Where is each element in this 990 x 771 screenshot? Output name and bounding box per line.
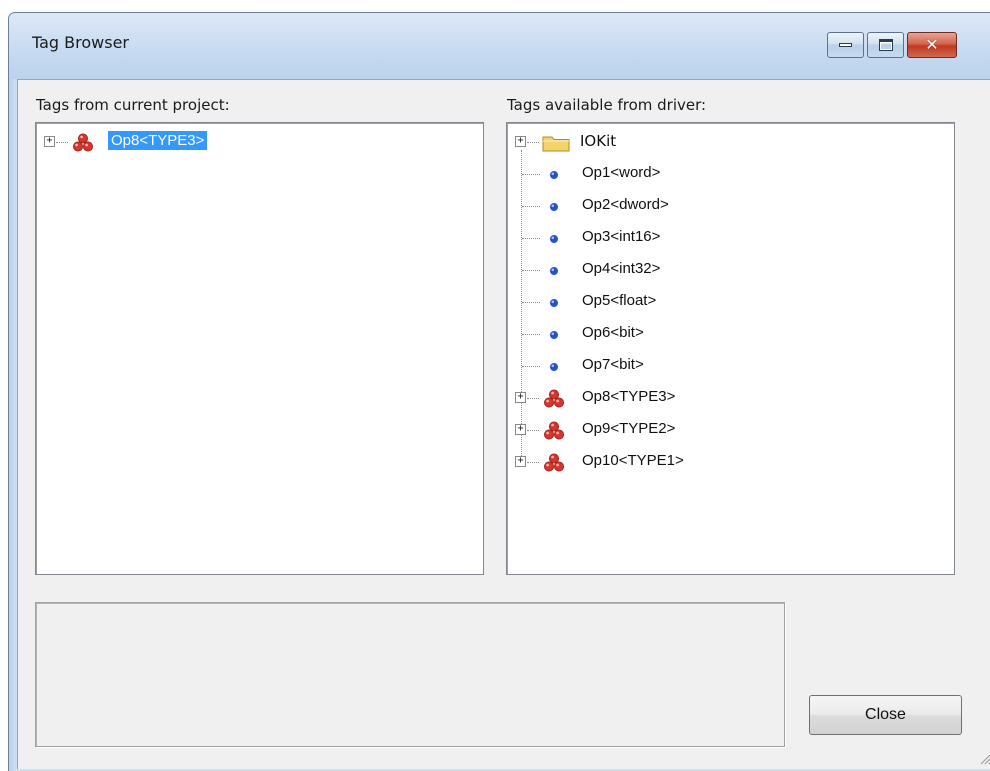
tree-branch-line [522,270,540,271]
tree-item-label: Op8<TYPE3> [582,388,676,405]
close-window-button[interactable]: ✕ [907,32,957,58]
struct-icon [543,452,565,474]
resize-grip-icon[interactable] [977,749,990,765]
dialog-client-area: Tags from current project: Tags availabl… [17,79,990,769]
current-project-label: Tags from current project: [36,96,230,114]
window-frame-left [9,79,17,771]
title-bar[interactable]: Tag Browser ✕ [9,13,990,79]
current-project-tree[interactable]: + Op8<TYPE3> [35,122,484,575]
tree-branch-line [56,142,68,143]
folder-icon [541,132,571,154]
minimize-button[interactable] [827,32,864,58]
tag-dot-icon [543,164,565,186]
tree-item[interactable]: Op4<int32> [507,254,954,286]
tag-browser-window: Tag Browser ✕ Tags from current project:… [8,12,990,771]
driver-tags-tree[interactable]: + IOKit Op1<word> Op2<dword> Op3<int16> … [506,122,955,575]
tree-branch-line [522,174,540,175]
tree-branch-line [522,206,540,207]
struct-icon [543,420,565,442]
tree-item[interactable]: + Op8<TYPE3> [507,382,954,414]
tree-item-label: IOKit [580,132,617,150]
tree-item[interactable]: Op3<int16> [507,222,954,254]
tree-item-label: Op9<TYPE2> [582,420,676,437]
expand-icon[interactable]: + [44,136,55,147]
tree-item-label: Op8<TYPE3> [108,131,208,150]
expand-icon[interactable]: + [515,456,526,467]
tree-branch-line [527,398,539,399]
tree-branch-line [527,462,539,463]
tree-item[interactable]: Op1<word> [507,158,954,190]
tag-dot-icon [543,196,565,218]
tree-item-label: Op1<word> [582,164,661,181]
tree-item-label: Op6<bit> [582,324,644,341]
tag-description-box [35,602,785,747]
tree-item[interactable]: + Op8<TYPE3> [36,126,483,158]
maximize-button[interactable] [867,32,904,58]
close-button[interactable]: Close [809,695,962,735]
driver-tags-label: Tags available from driver: [507,96,707,114]
tree-item[interactable]: Op7<bit> [507,350,954,382]
minimize-icon [839,43,852,47]
tag-dot-icon [543,356,565,378]
tag-dot-icon [543,292,565,314]
tree-branch-line [527,142,539,143]
tag-dot-icon [543,228,565,250]
expand-icon[interactable]: + [515,424,526,435]
tree-branch-line [527,430,539,431]
tree-item-label: Op10<TYPE1> [582,452,684,469]
tree-item-label: Op7<bit> [582,356,644,373]
tree-branch-line [522,302,540,303]
tree-item-label: Op5<float> [582,292,657,309]
maximize-icon [878,39,893,51]
tree-item-label: Op3<int16> [582,228,661,245]
tree-branch-line [522,366,540,367]
struct-icon [72,132,94,154]
tag-dot-icon [543,324,565,346]
tree-branch-line [522,334,540,335]
tree-item[interactable]: + Op9<TYPE2> [507,414,954,446]
tree-item[interactable]: Op6<bit> [507,318,954,350]
expand-icon[interactable]: + [515,136,526,147]
tree-item[interactable]: + IOKit [507,126,954,158]
struct-icon [543,388,565,410]
expand-icon[interactable]: + [515,392,526,403]
tree-item[interactable]: Op5<float> [507,286,954,318]
tree-item[interactable]: + Op10<TYPE1> [507,446,954,478]
tree-branch-line [522,238,540,239]
close-icon: ✕ [925,35,939,54]
window-title: Tag Browser [32,33,130,52]
tree-item-label: Op2<dword> [582,196,669,213]
tree-item[interactable]: Op2<dword> [507,190,954,222]
tree-item-label: Op4<int32> [582,260,661,277]
tag-dot-icon [543,260,565,282]
